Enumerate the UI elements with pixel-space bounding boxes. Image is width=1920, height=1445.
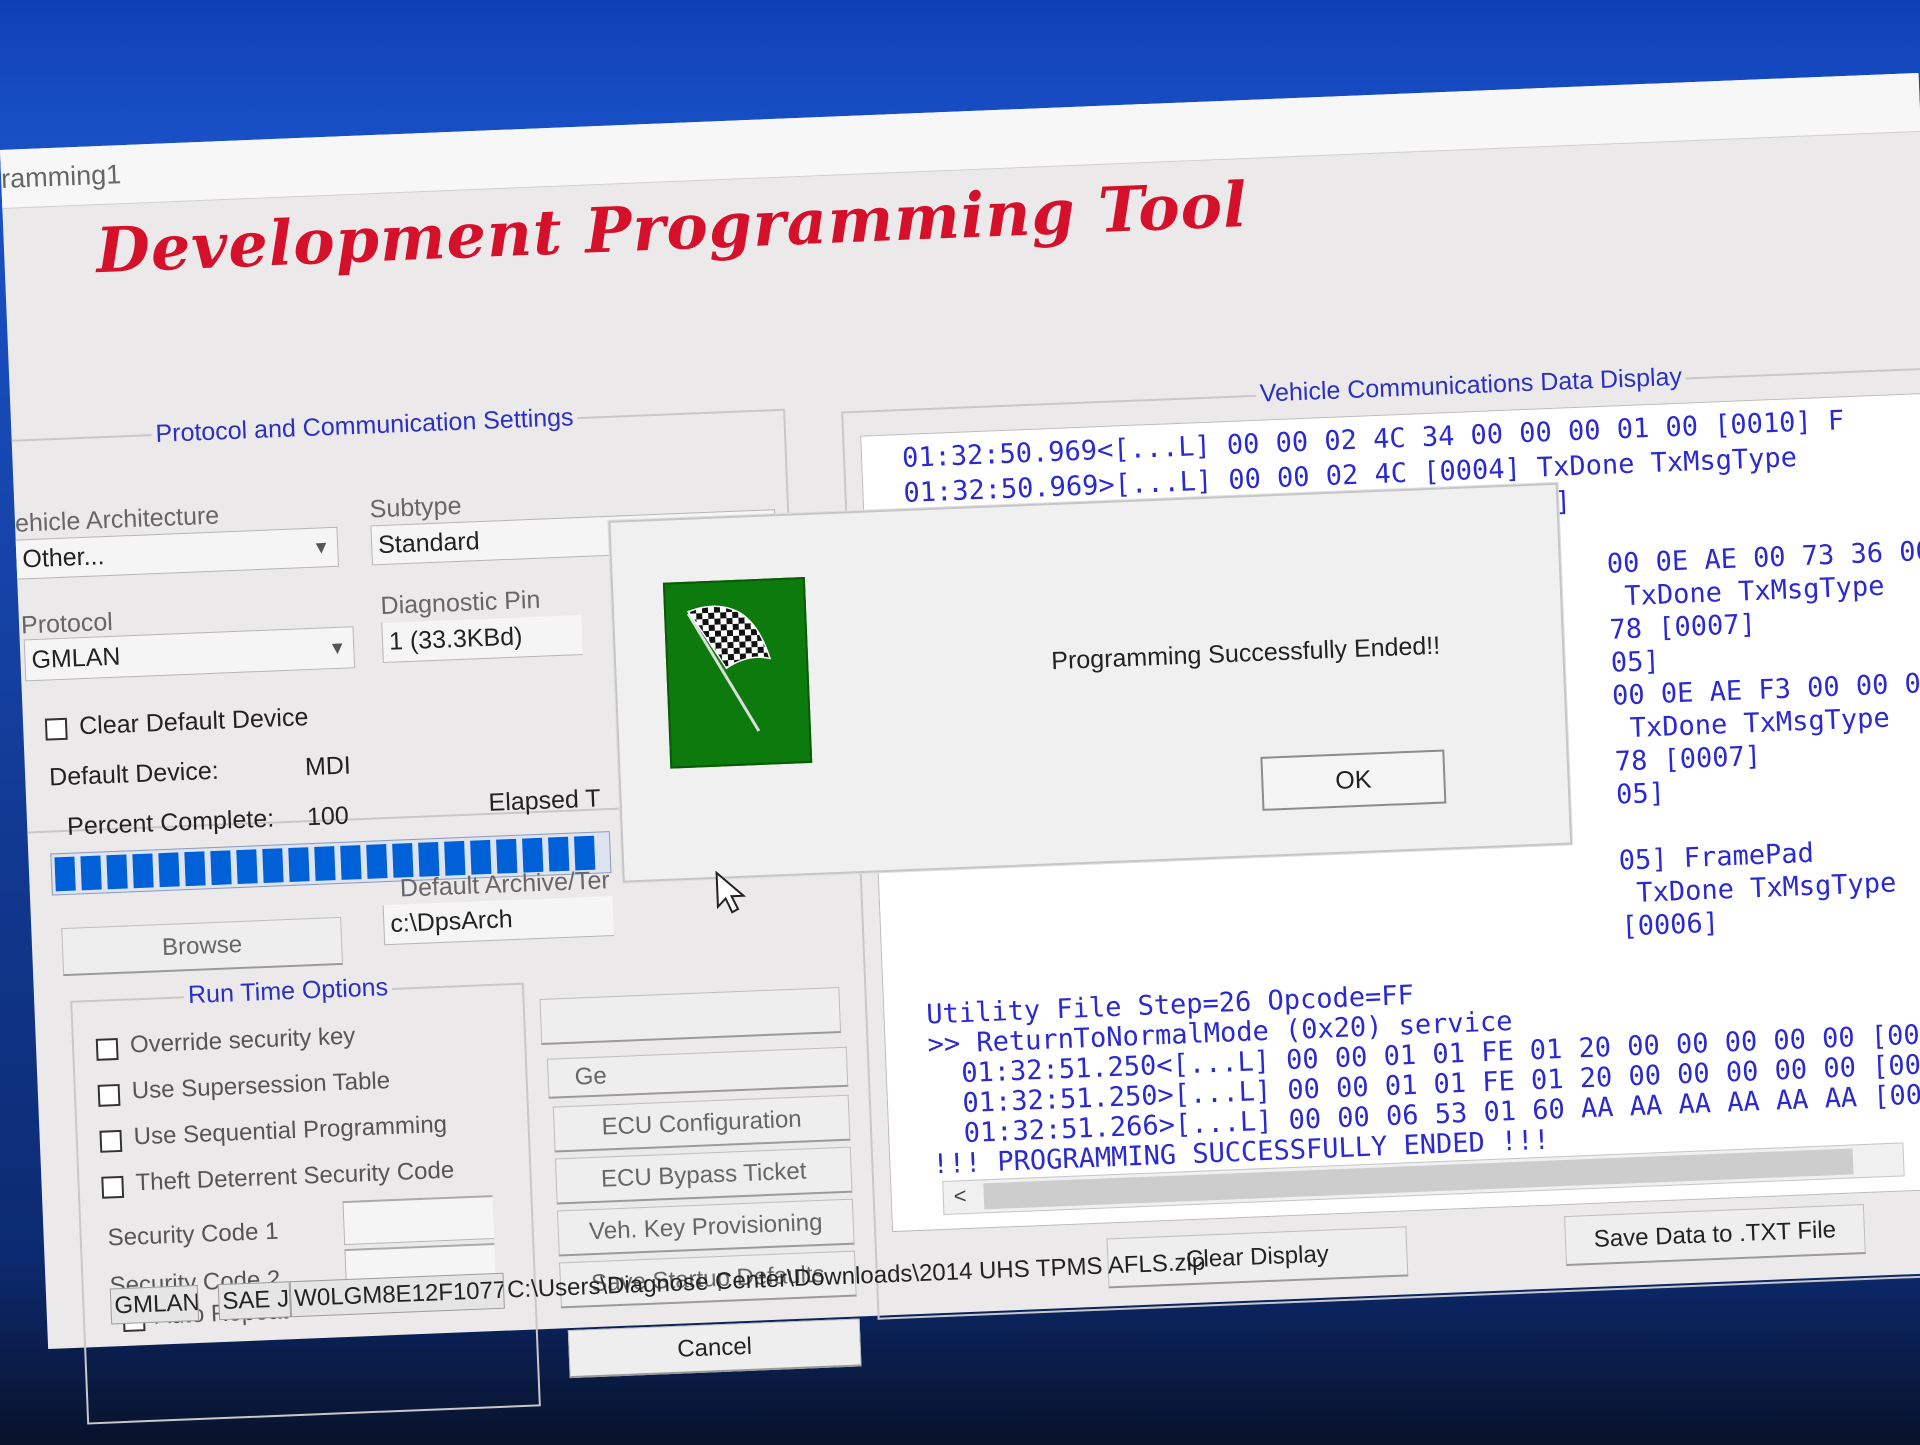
progress-segment bbox=[184, 851, 206, 887]
diagnostic-pin-field[interactable]: 1 (33.3KBd) bbox=[381, 615, 583, 664]
progress-segment bbox=[210, 850, 232, 886]
chevron-down-icon[interactable]: ▼ bbox=[304, 528, 337, 567]
status-protocol: GMLAN bbox=[109, 1284, 200, 1325]
subtype-label: Subtype bbox=[369, 491, 462, 524]
progress-segment bbox=[236, 849, 258, 885]
dialog-message: Programming Successfully Ended!! bbox=[1050, 631, 1441, 676]
progress-segment bbox=[522, 837, 544, 873]
progress-segment bbox=[106, 854, 128, 890]
progress-segment bbox=[548, 836, 570, 872]
chevron-down-icon[interactable]: ▼ bbox=[320, 627, 354, 668]
progress-segment bbox=[288, 847, 310, 882]
window-title: ramming1 bbox=[0, 159, 122, 194]
progress-segment bbox=[496, 838, 518, 874]
log-line: [0006] bbox=[1620, 907, 1720, 943]
ge-button-label: Ge bbox=[574, 1061, 608, 1091]
protocol-value: GMLAN bbox=[30, 642, 121, 675]
vehicle-architecture-value: Other... bbox=[21, 542, 105, 574]
clear-default-device-checkbox[interactable] bbox=[44, 717, 68, 741]
scroll-left-icon[interactable]: < bbox=[953, 1183, 967, 1209]
use-sequential-programming-checkbox[interactable] bbox=[99, 1129, 123, 1153]
progress-segment bbox=[262, 848, 284, 884]
app-window: ramming1 Development Programming Tool Pr… bbox=[0, 72, 1920, 1425]
ecu-bypass-ticket-button[interactable]: ECU Bypass Ticket bbox=[554, 1146, 853, 1205]
progress-segment bbox=[132, 853, 154, 889]
status-standard: SAE J2 bbox=[217, 1281, 292, 1321]
log-line: 05] bbox=[1610, 645, 1661, 679]
log-line: 78 [0007] bbox=[1608, 608, 1757, 646]
theft-deterrent-security-code-checkbox[interactable] bbox=[101, 1175, 125, 1199]
hidden-action-button[interactable] bbox=[539, 986, 842, 1045]
progress-segment bbox=[314, 846, 336, 881]
override-security-key-checkbox[interactable] bbox=[95, 1037, 119, 1061]
elapsed-time-label: Elapsed T bbox=[488, 784, 602, 817]
success-dialog: Programming Successfully Ended!! OK bbox=[608, 482, 1573, 914]
archive-path-field[interactable]: c:\DpsArch bbox=[382, 896, 615, 946]
log-line: 78 [0007] bbox=[1614, 740, 1762, 778]
log-line: 05] bbox=[1615, 777, 1666, 811]
progress-segment bbox=[366, 844, 388, 879]
progress-segment bbox=[444, 840, 466, 876]
veh-key-provisioning-button[interactable]: Veh. Key Provisioning bbox=[557, 1198, 855, 1257]
progress-segment bbox=[340, 845, 362, 880]
checkered-flag-icon bbox=[662, 577, 813, 769]
progress-segment bbox=[418, 841, 440, 877]
use-supersession-table-checkbox[interactable] bbox=[97, 1083, 121, 1107]
default-device-value: MDI bbox=[304, 751, 352, 782]
percent-complete-value: 100 bbox=[306, 801, 350, 832]
subtype-value: Standard bbox=[377, 527, 481, 560]
mouse-cursor-icon bbox=[715, 870, 747, 914]
ecu-configuration-button[interactable]: ECU Configuration bbox=[552, 1094, 851, 1153]
progress-segment bbox=[80, 855, 102, 891]
log-line: 05] FramePad bbox=[1618, 837, 1815, 877]
flag-graphic bbox=[686, 605, 772, 732]
progress-segment bbox=[574, 835, 596, 871]
progress-segment bbox=[470, 839, 492, 875]
ge-button[interactable]: Ge bbox=[546, 1046, 849, 1099]
browse-button[interactable]: Browse bbox=[61, 916, 343, 977]
security-code-1-input[interactable] bbox=[342, 1195, 495, 1246]
ok-button[interactable]: OK bbox=[1260, 749, 1447, 811]
progress-segment bbox=[392, 843, 414, 878]
progress-segment bbox=[54, 856, 76, 892]
progress-segment bbox=[158, 852, 180, 888]
